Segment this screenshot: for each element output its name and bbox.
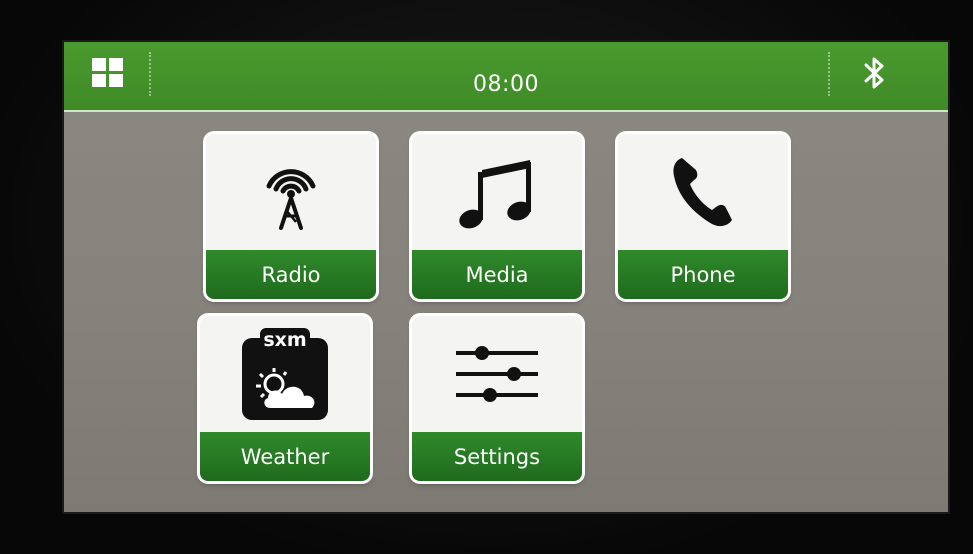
phone-icon-area: [618, 134, 788, 250]
media-tile[interactable]: Media: [412, 134, 582, 299]
radio-tile[interactable]: Radio: [206, 134, 376, 299]
head-unit-screen: 08:00 Radio Media Phone sxm Weather Sett…: [64, 42, 948, 512]
media-label: Media: [412, 250, 582, 299]
clock-time: 08:00: [473, 72, 539, 97]
weather-tile[interactable]: sxm Weather: [200, 316, 370, 481]
phone-tile[interactable]: Phone: [618, 134, 788, 299]
settings-label: Settings: [412, 432, 582, 481]
bluetooth-icon: [864, 57, 884, 89]
radio-label: Radio: [206, 250, 376, 299]
bluetooth-button[interactable]: [854, 52, 898, 96]
radio-icon-area: [206, 134, 376, 250]
divider-right: [828, 52, 832, 96]
phone-label: Phone: [618, 250, 788, 299]
status-bar: 08:00: [64, 42, 948, 112]
radio-tower-icon: [266, 169, 316, 230]
device-bezel: 08:00 Radio Media Phone sxm Weather Sett…: [0, 0, 973, 554]
music-note-icon: [459, 160, 531, 229]
media-icon-area: [412, 134, 582, 250]
settings-icon-area: [412, 316, 582, 432]
sxm-badge: sxm: [263, 329, 306, 351]
weather-label: Weather: [200, 432, 370, 481]
sxm-weather-icon: sxm: [242, 328, 328, 420]
phone-handset-icon: [673, 158, 732, 227]
settings-tile[interactable]: Settings: [412, 316, 582, 481]
weather-icon-area: sxm: [200, 316, 370, 432]
sliders-icon: [456, 346, 538, 402]
